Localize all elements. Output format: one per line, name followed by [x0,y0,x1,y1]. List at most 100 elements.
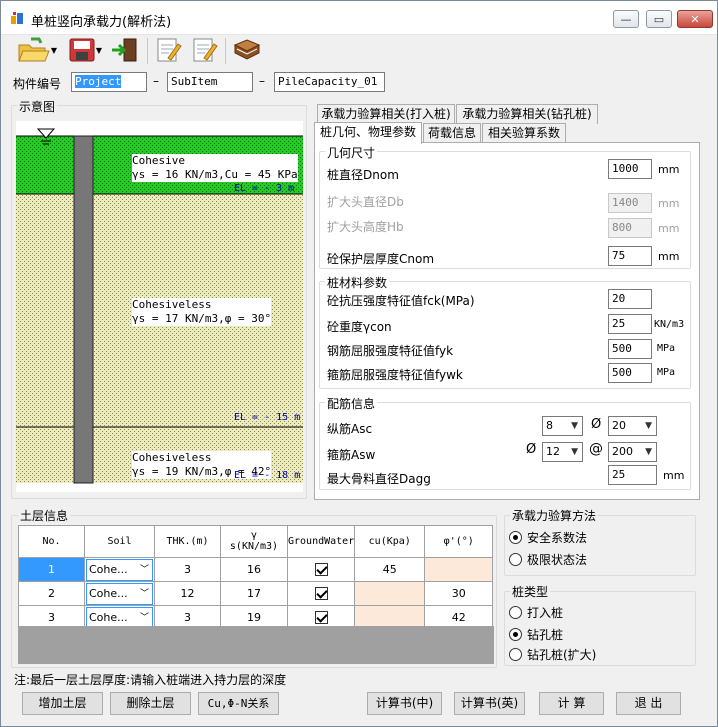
table-row[interactable]: 2 Cohe... ﹀ 12 17 30 [18,581,494,606]
thk-cell[interactable]: 12 [154,581,221,606]
dagg-unit: mm [663,469,685,482]
asw-diameter-select[interactable]: 12 ▼ [542,442,583,462]
save-dropdown-icon[interactable]: ▼ [96,46,102,55]
save-disk-icon [69,38,95,62]
project-field[interactable]: Project [71,72,147,92]
layer-1-text: Cohesive γs = 16 KN/m3,Cu = 45 KPa [132,154,298,182]
separator-2: – [259,74,265,88]
fywk-unit: MPa [657,367,676,378]
compute-button[interactable]: 计 算 [539,692,604,715]
asw-spacing-select[interactable]: 200 ▼ [608,442,657,462]
open-folder-icon [18,37,50,62]
method-limit-state-radio[interactable]: 极限状态法 [509,551,587,568]
phi-cell[interactable]: 30 [424,581,494,606]
tab-bored-pile[interactable]: 承载力验算相关(钻孔桩) [456,104,598,124]
main-window: 单桩竖向承载力(解析法) — ▭ ✕ ▼ ▼ 构件编号 Project – Su… [0,0,718,727]
report-cn-button[interactable]: 计算书(中) [367,692,442,715]
db-unit: mm [658,197,680,210]
dagg-input[interactable]: 25 [608,465,657,485]
col-gamma: γ s(KN/m3) [220,525,288,558]
open-button[interactable]: ▼ [13,35,61,65]
layer-1-elevation: EL = - 3 m [234,183,295,194]
groundwater-cell[interactable] [286,581,356,606]
cnom-label: 砼保护层厚度Cnom [327,252,435,266]
pile-name-field[interactable]: PileCapacity_01 [274,72,385,92]
cu-cell[interactable] [354,581,426,606]
dnom-label: 桩直径Dnom [327,168,399,182]
soil-table: No. Soil THK.(m) γ s(KN/m3) GroundWater c… [18,525,494,630]
fck-input[interactable]: 20 [608,289,652,309]
soil-cell[interactable]: Cohe... ﹀ [84,581,155,606]
row-no[interactable]: 1 [18,557,85,582]
report-en-button[interactable]: 计算书(英) [454,692,525,715]
soil-cell[interactable]: Cohe... ﹀ [84,557,155,582]
chevron-down-icon: ▼ [645,421,652,431]
close-button[interactable]: ✕ [677,10,713,28]
asc-count-select[interactable]: 8 ▼ [542,416,583,436]
piletype-bored-radio[interactable]: 钻孔桩 [509,626,563,643]
cnom-unit: mm [658,250,680,263]
rebar-title: 配筋信息 [325,395,378,412]
cu-phi-relation-button[interactable]: Cu,Φ-N关系 [198,692,279,715]
row-no[interactable]: 2 [18,581,85,606]
thk-cell[interactable]: 3 [154,557,221,582]
fyk-unit: MPa [657,343,676,354]
exit-tool-button[interactable] [107,35,143,65]
maximize-button[interactable]: ▭ [646,10,672,28]
book-icon [233,39,261,60]
gamma-cell[interactable]: 17 [220,581,288,606]
phi-cell[interactable] [424,557,494,582]
fyk-input[interactable]: 500 [608,339,652,359]
groundwater-checkbox[interactable] [314,587,328,601]
tab-load[interactable]: 荷载信息 [423,123,481,143]
hb-input[interactable]: 800 [608,218,652,238]
chevron-down-icon: ﹀ [139,612,149,623]
tab-coefficients[interactable]: 相关验算系数 [482,123,566,143]
piletype-bored-enlarged-radio[interactable]: 钻孔桩(扩大) [509,646,596,663]
cu-cell[interactable]: 45 [354,557,426,582]
table-row[interactable]: 1 Cohe... ﹀ 3 16 45 [18,557,494,582]
edit-note-2-icon [193,38,218,62]
layer-2-elevation: EL = - 15 m [234,412,301,423]
piletype-title: 桩类型 [510,583,551,600]
fywk-input[interactable]: 500 [608,363,652,383]
asc-diameter-select[interactable]: 20 ▼ [608,416,657,436]
col-phi: φ'(°) [424,525,494,558]
groundwater-cell[interactable] [286,557,356,582]
open-dropdown-icon[interactable]: ▼ [51,46,57,55]
delete-layer-button[interactable]: 删除土层 [110,692,191,715]
gcon-input[interactable]: 25 [608,314,652,334]
col-no: No. [18,525,85,558]
save-button[interactable]: ▼ [65,35,105,65]
edit-button-1[interactable] [151,35,185,65]
layer-2-text: Cohesiveless γs = 17 KN/m3,φ = 30° [132,298,272,326]
method-safety-factor-radio[interactable]: 安全系数法 [509,529,587,546]
db-input[interactable]: 1400 [608,193,652,213]
layer-3-elevation: EL = - 18 m [234,470,301,481]
geometry-title: 几何尺寸 [325,144,378,161]
chevron-down-icon: ﹀ [139,564,149,575]
exit-button[interactable]: 退 出 [616,692,681,715]
edit-note-icon [157,38,182,62]
chevron-down-icon: ▼ [571,447,578,457]
tab-geometry[interactable]: 桩几何、物理参数 [314,122,422,144]
close-icon: ✕ [690,12,700,26]
subitem-field[interactable]: SubItem [167,72,253,92]
gcon-label: 砼重度γcon [327,320,392,334]
table-empty-area [18,626,494,664]
minimize-button[interactable]: — [613,10,639,28]
dnom-input[interactable]: 1000 [608,159,652,179]
cnom-input[interactable]: 75 [608,246,652,266]
component-label: 构件编号 [13,77,62,91]
piletype-driven-radio[interactable]: 打入桩 [509,604,563,621]
gamma-cell[interactable]: 16 [220,557,288,582]
hb-unit: mm [658,222,680,235]
exit-door-icon [112,38,137,62]
app-icon [11,12,23,24]
edit-button-2[interactable] [187,35,221,65]
add-layer-button[interactable]: 增加土层 [22,692,103,715]
help-book-button[interactable] [229,35,265,65]
tab-driven-pile[interactable]: 承载力验算相关(打入桩) [317,104,455,124]
groundwater-checkbox[interactable] [314,611,328,625]
groundwater-checkbox[interactable] [314,563,328,577]
